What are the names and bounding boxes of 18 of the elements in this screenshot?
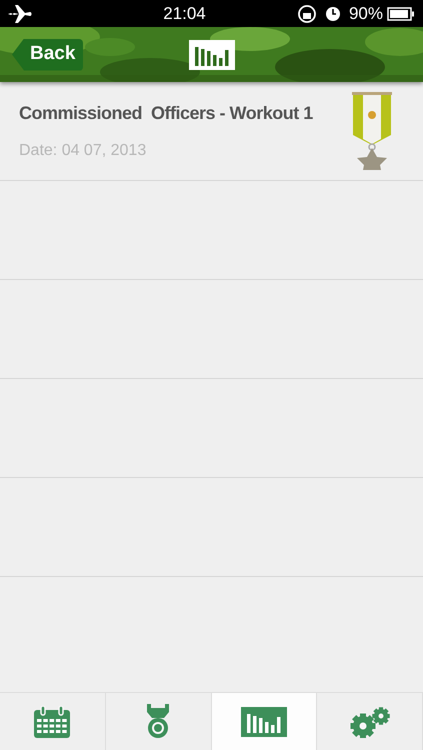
workout-title: Commissioned Officers - Workout 1 bbox=[19, 102, 314, 124]
workout-date: Date: 04 07, 2013 bbox=[19, 140, 148, 160]
tab[interactable] bbox=[317, 693, 423, 750]
calendar-icon bbox=[34, 706, 70, 738]
airplane-icon bbox=[8, 4, 32, 22]
clock-text: 21:04 bbox=[162, 2, 207, 25]
gears-icon bbox=[348, 706, 391, 738]
alarm-icon bbox=[324, 6, 341, 22]
tab[interactable] bbox=[212, 693, 318, 750]
medal-icon bbox=[351, 92, 393, 170]
bar-chart-icon bbox=[188, 40, 234, 70]
tab[interactable] bbox=[0, 693, 106, 750]
bar-chart-icon bbox=[240, 706, 287, 736]
battery-icon bbox=[387, 6, 415, 20]
tab[interactable] bbox=[106, 693, 212, 750]
battery-text: 90% bbox=[348, 2, 383, 25]
workout-row[interactable]: Commissioned Officers - Workout 1 Date: 04 07, 2013 bbox=[0, 82, 423, 181]
rotation-lock-icon bbox=[296, 4, 317, 24]
